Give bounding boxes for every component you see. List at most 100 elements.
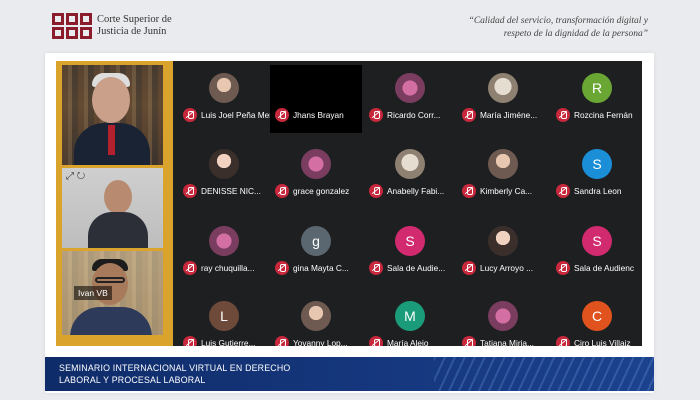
participant-label: Kimberly Ca... bbox=[462, 184, 550, 198]
participant-avatar bbox=[488, 73, 518, 103]
participant-label: Anabelly Fabi... bbox=[369, 184, 457, 198]
event-banner: SEMINARIO INTERNACIONAL VIRTUAL EN DEREC… bbox=[45, 357, 654, 391]
participant-label: Ricardo Corr... bbox=[369, 108, 457, 122]
participant-label: Luis Joel Peña Mendo bbox=[183, 108, 271, 122]
muted-mic-icon bbox=[462, 108, 476, 122]
participant-tile[interactable]: Lucy Arroyo ... bbox=[457, 218, 549, 286]
participant-tile[interactable]: DENISSE NIC... bbox=[178, 141, 270, 209]
participant-tile[interactable]: S Sala de Audienc bbox=[551, 218, 642, 286]
participant-name: María Alejo bbox=[387, 338, 429, 346]
event-title-line1: SEMINARIO INTERNACIONAL VIRTUAL EN DEREC… bbox=[59, 363, 291, 373]
participant-label: María Alejo bbox=[369, 336, 457, 346]
participant-name: ray chuquilla... bbox=[201, 263, 255, 273]
event-title: SEMINARIO INTERNACIONAL VIRTUAL EN DEREC… bbox=[59, 362, 290, 386]
participant-label: Sala de Audienc bbox=[556, 261, 642, 275]
header: Corte Superior de Justicia de Junín “Cal… bbox=[0, 0, 700, 52]
participant-tile[interactable]: Kimberly Ca... bbox=[457, 141, 549, 209]
muted-mic-icon bbox=[275, 336, 289, 346]
participant-name: Lucy Arroyo ... bbox=[480, 263, 534, 273]
participant-name: Luis Joel Peña Mendo bbox=[201, 110, 271, 120]
participant-label: Ciro Luis Villaiz bbox=[556, 336, 642, 346]
participant-avatar bbox=[395, 149, 425, 179]
participant-tile[interactable]: Tatiana Miria... bbox=[457, 293, 549, 346]
participant-name: Luis Gutierre... bbox=[201, 338, 256, 346]
participant-tile[interactable]: S Sandra Leon bbox=[551, 141, 642, 209]
participant-tile[interactable]: S Sala de Audie... bbox=[364, 218, 456, 286]
participant-label: ray chuquilla... bbox=[183, 261, 271, 275]
muted-mic-icon bbox=[369, 336, 383, 346]
participant-name: María Jiméne... bbox=[480, 110, 538, 120]
participant-name: Tatiana Miria... bbox=[480, 338, 534, 346]
participant-tile[interactable]: C Ciro Luis Villaiz bbox=[551, 293, 642, 346]
participant-tile[interactable]: María Jiméne... bbox=[457, 65, 549, 133]
participant-avatar bbox=[488, 226, 518, 256]
participant-name: Sala de Audienc bbox=[574, 263, 634, 273]
participant-avatar: g bbox=[301, 226, 331, 256]
participant-name: Ricardo Corr... bbox=[387, 110, 441, 120]
video-meeting-grid: ⤢ ↻ Ivan VB Luis Joel Peña Mendo Jhans Br… bbox=[56, 61, 642, 346]
participant-label: Tatiana Miria... bbox=[462, 336, 550, 346]
participant-name: grace gonzalez bbox=[293, 186, 350, 196]
participant-tile[interactable]: M María Alejo bbox=[364, 293, 456, 346]
muted-mic-icon bbox=[275, 108, 289, 122]
participant-name: Ciro Luis Villaiz bbox=[574, 338, 631, 346]
participant-tile[interactable]: Ricardo Corr... bbox=[364, 65, 456, 133]
participant-label: Jhans Brayan bbox=[275, 108, 363, 122]
org-name-line2: Justicia de Junín bbox=[97, 26, 167, 37]
participant-avatar bbox=[209, 149, 239, 179]
participant-avatar bbox=[301, 149, 331, 179]
participant-label: DENISSE NIC... bbox=[183, 184, 271, 198]
speaker-video-1[interactable] bbox=[62, 65, 163, 165]
muted-mic-icon bbox=[183, 184, 197, 198]
participant-name: Sala de Audie... bbox=[387, 263, 446, 273]
org-name: Corte Superior de Justicia de Junín bbox=[97, 14, 172, 38]
participant-tile[interactable]: ray chuquilla... bbox=[178, 218, 270, 286]
muted-mic-icon bbox=[369, 108, 383, 122]
muted-mic-icon bbox=[556, 336, 570, 346]
participant-avatar bbox=[488, 301, 518, 331]
muted-mic-icon bbox=[462, 336, 476, 346]
participant-label: Lucy Arroyo ... bbox=[462, 261, 550, 275]
participant-avatar: S bbox=[582, 226, 612, 256]
participant-avatar bbox=[488, 149, 518, 179]
participant-name: Yovanny Lop... bbox=[293, 338, 348, 346]
participant-avatar: C bbox=[582, 301, 612, 331]
participant-label: Rozcina Fernán bbox=[556, 108, 642, 122]
video-controls-icon[interactable]: ⤢ ↻ bbox=[66, 171, 85, 182]
participant-tile[interactable]: Luis Joel Peña Mendo bbox=[178, 65, 271, 133]
participant-name: Sandra Leon bbox=[574, 186, 622, 196]
participant-avatar bbox=[209, 226, 239, 256]
speaker-column bbox=[56, 61, 173, 346]
participant-name: Kimberly Ca... bbox=[480, 186, 533, 196]
participant-label: María Jiméne... bbox=[462, 108, 550, 122]
participant-avatar bbox=[209, 73, 239, 103]
participant-tile[interactable]: Anabelly Fabi... bbox=[364, 141, 456, 209]
muted-mic-icon bbox=[462, 184, 476, 198]
participant-label: Sala de Audie... bbox=[369, 261, 457, 275]
muted-mic-icon bbox=[556, 261, 570, 275]
participant-tile[interactable]: R Rozcina Fernán bbox=[551, 65, 642, 133]
muted-mic-icon bbox=[369, 184, 383, 198]
slogan-line2: respeto de la dignidad de la persona” bbox=[503, 29, 648, 39]
participant-avatar: R bbox=[582, 73, 612, 103]
participant-tile[interactable]: Jhans Brayan bbox=[270, 65, 362, 133]
participant-label: gina Mayta C... bbox=[275, 261, 363, 275]
participant-name: gina Mayta C... bbox=[293, 263, 349, 273]
muted-mic-icon bbox=[183, 261, 197, 275]
muted-mic-icon bbox=[183, 336, 197, 346]
participant-avatar: L bbox=[209, 301, 239, 331]
participant-tile[interactable]: L Luis Gutierre... bbox=[178, 293, 270, 346]
muted-mic-icon bbox=[275, 184, 289, 198]
participant-label: grace gonzalez bbox=[275, 184, 363, 198]
participant-avatar bbox=[395, 73, 425, 103]
muted-mic-icon bbox=[275, 261, 289, 275]
muted-mic-icon bbox=[462, 261, 476, 275]
participant-tile[interactable]: Yovanny Lop... bbox=[270, 293, 362, 346]
participant-name: DENISSE NIC... bbox=[201, 186, 261, 196]
participant-tile[interactable]: g gina Mayta C... bbox=[270, 218, 362, 286]
slogan-line1: “Calidad del servicio, transformación di… bbox=[468, 16, 648, 26]
org-name-line1: Corte Superior de bbox=[97, 14, 172, 25]
event-title-line2: LABORAL Y PROCESAL LABORAL bbox=[59, 375, 206, 385]
participant-name: Anabelly Fabi... bbox=[387, 186, 445, 196]
participant-tile[interactable]: grace gonzalez bbox=[270, 141, 362, 209]
